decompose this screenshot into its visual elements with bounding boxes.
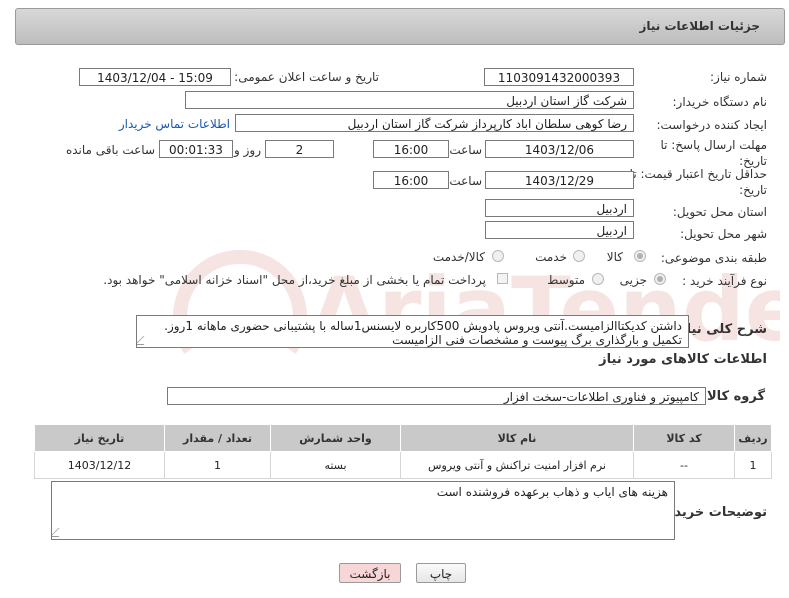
description-line-2: تکمیل و بارگذاری برگ پیوست و مشخصات فنی … bbox=[392, 333, 682, 347]
category-radio-goods-service[interactable] bbox=[492, 250, 504, 262]
process-radio-minor[interactable] bbox=[654, 273, 666, 285]
cell-date: 1403/12/12 bbox=[34, 451, 165, 479]
print-button[interactable]: چاپ bbox=[416, 563, 466, 583]
city-field: اردبیل bbox=[485, 221, 634, 239]
table-header-row: ردیف کد کالا نام کالا واحد شمارش تعداد /… bbox=[34, 424, 772, 452]
goods-group-field: کامپیوتر و فناوری اطلاعات-سخت افزار bbox=[167, 387, 706, 405]
province-field: اردبیل bbox=[485, 199, 634, 217]
province-label: استان محل تحویل: bbox=[672, 205, 767, 219]
resize-handle-icon[interactable] bbox=[52, 528, 68, 537]
category-option-goods: کالا bbox=[606, 250, 623, 264]
treasury-payment-note: پرداخت تمام یا بخشی از مبلغ خرید،از محل … bbox=[103, 273, 486, 287]
buyer-notes-text: هزینه های ایاب و ذهاب برعهده فروشنده است bbox=[436, 485, 668, 499]
buyer-contact-link[interactable]: اطلاعات تماس خریدار bbox=[119, 117, 230, 131]
page-header: جزئیات اطلاعات نیاز bbox=[15, 8, 785, 45]
col-date-header: تاریخ نیاز bbox=[34, 424, 165, 452]
category-label: طبقه بندی موضوعی: bbox=[660, 251, 767, 265]
goods-table: ردیف کد کالا نام کالا واحد شمارش تعداد /… bbox=[34, 424, 772, 479]
deadline-date-field: 1403/12/06 bbox=[485, 140, 634, 158]
city-label: شهر محل تحویل: bbox=[680, 227, 767, 241]
process-option-medium: متوسط bbox=[547, 273, 585, 287]
back-button[interactable]: بازگشت bbox=[339, 563, 401, 583]
description-textarea: داشتن کدیکتاالزامیست.آنتی ویروس پادویش 5… bbox=[136, 315, 689, 348]
creator-label: ایجاد کننده درخواست: bbox=[656, 118, 767, 132]
treasury-payment-checkbox[interactable] bbox=[497, 273, 508, 284]
cell-row: 1 bbox=[734, 451, 772, 479]
table-row: 1 -- نرم افزار امنیت تراکنش و آنتی ویروس… bbox=[34, 451, 772, 479]
col-unit-header: واحد شمارش bbox=[270, 424, 401, 452]
cell-code: -- bbox=[633, 451, 735, 479]
announce-date-label: تاریخ و ساعت اعلان عمومی: bbox=[234, 70, 379, 84]
validity-date-field: 1403/12/29 bbox=[485, 171, 634, 189]
buyer-org-label: نام دستگاه خریدار: bbox=[672, 95, 768, 109]
process-radio-medium[interactable] bbox=[592, 273, 604, 285]
col-qty-header: تعداد / مقدار bbox=[164, 424, 271, 452]
cell-unit: بسته bbox=[270, 451, 401, 479]
category-radio-service[interactable] bbox=[573, 250, 585, 262]
cell-name: نرم افزار امنیت تراکنش و آنتی ویروس bbox=[400, 451, 634, 479]
category-option-service: خدمت bbox=[535, 250, 567, 264]
time-remaining-field: 00:01:33 bbox=[159, 140, 233, 158]
need-number-field: 1103091432000393 bbox=[484, 68, 634, 86]
time-remaining-label: ساعت باقی مانده bbox=[65, 143, 155, 157]
goods-info-title: اطلاعات کالاهای مورد نیاز bbox=[599, 352, 767, 367]
deadline-time-field: 16:00 bbox=[373, 140, 449, 158]
days-label: روز و bbox=[234, 143, 261, 157]
days-remaining-field: 2 bbox=[265, 140, 334, 158]
col-name-header: نام کالا bbox=[400, 424, 634, 452]
need-number-label: شماره نیاز: bbox=[710, 70, 767, 84]
deadline-time-label: ساعت bbox=[449, 143, 482, 157]
process-label: نوع فرآیند خرید : bbox=[682, 274, 767, 288]
category-radio-goods[interactable] bbox=[634, 250, 646, 262]
process-option-minor: جزیی bbox=[619, 273, 647, 287]
creator-field: رضا کوهی سلطان اباد کارپرداز شرکت گاز اس… bbox=[235, 114, 634, 132]
goods-group-label: گروه کالا: bbox=[701, 389, 765, 404]
cell-qty: 1 bbox=[164, 451, 271, 479]
col-row-header: ردیف bbox=[734, 424, 772, 452]
buyer-org-field: شرکت گاز استان اردبیل bbox=[185, 91, 634, 109]
deadline-label: مهلت ارسال پاسخ: تا تاریخ: bbox=[660, 138, 767, 168]
validity-time-label: ساعت bbox=[449, 174, 482, 188]
category-option-goods-service: کالا/خدمت bbox=[432, 250, 485, 264]
buyer-notes-textarea: هزینه های ایاب و ذهاب برعهده فروشنده است bbox=[51, 481, 675, 540]
validity-time-field: 16:00 bbox=[373, 171, 449, 189]
announce-date-field: 1403/12/04 - 15:09 bbox=[79, 68, 231, 86]
description-line-1: داشتن کدیکتاالزامیست.آنتی ویروس پادویش 5… bbox=[164, 319, 682, 333]
page-title: جزئیات اطلاعات نیاز bbox=[639, 19, 760, 33]
validity-label: حداقل تاریخ اعتبار قیمت: تا تاریخ: bbox=[629, 167, 767, 197]
col-code-header: کد کالا bbox=[633, 424, 735, 452]
